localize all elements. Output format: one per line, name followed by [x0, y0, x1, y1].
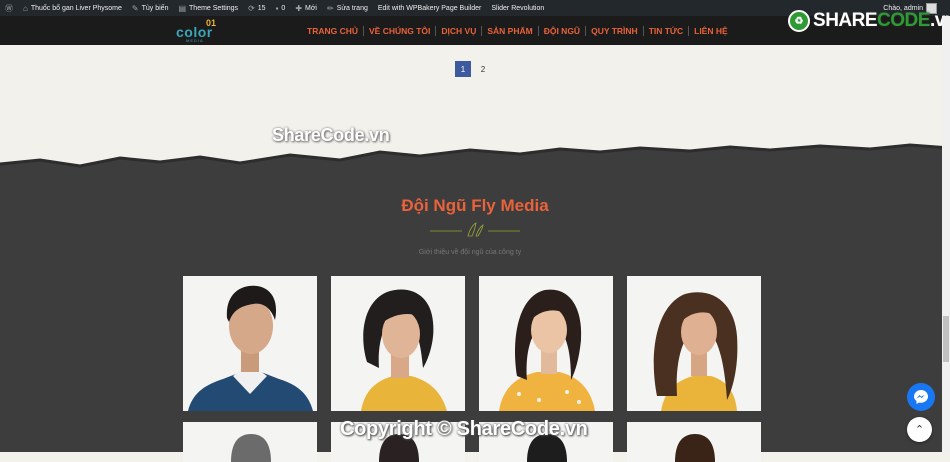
chevron-up-icon: ⌃	[914, 424, 925, 436]
theme-settings-menu[interactable]: ▤ Theme Settings	[173, 0, 243, 16]
page-link-2[interactable]: 2	[475, 61, 491, 77]
updates-icon: ⟳	[248, 3, 255, 13]
page-scrollbar[interactable]	[942, 16, 950, 452]
menu-item-contact[interactable]: LIÊN HỆ	[688, 25, 733, 36]
updates-menu[interactable]: ⟳ 15	[243, 0, 271, 16]
team-title: Đội Ngũ Fly Media	[401, 196, 549, 215]
menu-item-about[interactable]: VỀ CHÚNG TÔI	[363, 25, 435, 36]
slider-revolution-menu[interactable]: Slider Revolution	[486, 0, 549, 16]
menu-item-process[interactable]: QUY TRÌNH	[585, 25, 643, 36]
wpbakery-menu[interactable]: Edit with WPBakery Page Builder	[373, 0, 487, 16]
site-logo[interactable]: color 01 MEDIA	[176, 18, 220, 43]
menu-item-team[interactable]: ĐỘI NGŨ	[537, 25, 585, 36]
title-divider-ornament	[430, 222, 520, 237]
customize-label: Tùy biến	[141, 4, 169, 12]
member-portrait-2	[361, 289, 447, 411]
comments-count: 0	[281, 4, 286, 12]
site-name-menu[interactable]: ⌂ Thuốc bổ gan Liver Physome	[18, 0, 127, 16]
logo-number: 01	[206, 18, 217, 28]
sharecode-logo: ♻ SHARECODE.vn	[788, 10, 950, 32]
team-member-card[interactable]	[479, 276, 613, 411]
menu-item-products[interactable]: SẢN PHẨM	[481, 25, 537, 36]
plus-icon: ✚	[295, 3, 303, 13]
team-member-card[interactable]	[183, 276, 317, 411]
team-section-background	[0, 143, 950, 452]
member-portrait-8	[675, 434, 715, 462]
menu-item-home[interactable]: TRANG CHỦ	[302, 26, 363, 36]
logo-sub: MEDIA	[186, 38, 204, 43]
edit-page-menu[interactable]: ✏ Sửa trang	[322, 0, 373, 16]
member-portrait-5	[231, 434, 271, 462]
home-icon: ⌂	[23, 3, 28, 13]
team-member-card[interactable]	[627, 422, 761, 462]
watermark-bottom: Copyright © ShareCode.vn	[340, 418, 588, 440]
updates-count: 15	[257, 4, 266, 12]
slider-revolution-label: Slider Revolution	[491, 4, 545, 12]
menu-item-news[interactable]: TIN TỨC	[642, 25, 688, 36]
brush-icon: ✎	[131, 3, 139, 13]
comments-menu[interactable]: ▪ 0	[271, 0, 291, 16]
messenger-icon	[914, 390, 928, 404]
member-portrait-4	[653, 292, 738, 411]
messenger-chat-button[interactable]	[907, 383, 935, 411]
main-menu: TRANG CHỦ VỀ CHÚNG TÔI DỊCH VỤ SẢN PHẨM …	[302, 16, 733, 45]
pencil-icon: ✏	[327, 3, 334, 13]
customize-menu[interactable]: ✎ Tùy biến	[127, 0, 174, 16]
page-link-1[interactable]: 1	[455, 61, 471, 77]
team-member-card[interactable]	[331, 276, 465, 411]
menu-item-services[interactable]: DỊCH VỤ	[435, 25, 481, 36]
comment-icon: ▪	[275, 3, 279, 13]
pagination: 1 2	[455, 61, 491, 77]
scroll-to-top-button[interactable]: ⌃	[907, 417, 932, 442]
new-content-menu[interactable]: ✚ Mới	[290, 0, 322, 16]
sharecode-logo-text: SHARECODE.vn	[813, 10, 950, 31]
theme-settings-label: Theme Settings	[189, 4, 239, 12]
wpbakery-label: Edit with WPBakery Page Builder	[377, 4, 482, 12]
wp-logo-menu[interactable]: Ⓦ	[0, 0, 18, 16]
sharecode-logo-icon: ♻	[788, 10, 810, 32]
team-subtitle: Giới thiệu về đội ngũ của công ty	[418, 249, 522, 256]
edit-page-label: Sửa trang	[336, 4, 368, 12]
theme-icon: ▤	[178, 3, 187, 13]
site-name-label: Thuốc bổ gan Liver Physome	[30, 4, 122, 12]
wordpress-icon: Ⓦ	[5, 3, 13, 13]
page-scrollbar-thumb[interactable]	[943, 316, 949, 362]
new-label: Mới	[305, 4, 317, 12]
member-portrait-3	[499, 289, 595, 411]
team-member-card[interactable]	[627, 276, 761, 411]
member-portrait-1	[188, 285, 313, 411]
team-member-card[interactable]	[183, 422, 317, 462]
